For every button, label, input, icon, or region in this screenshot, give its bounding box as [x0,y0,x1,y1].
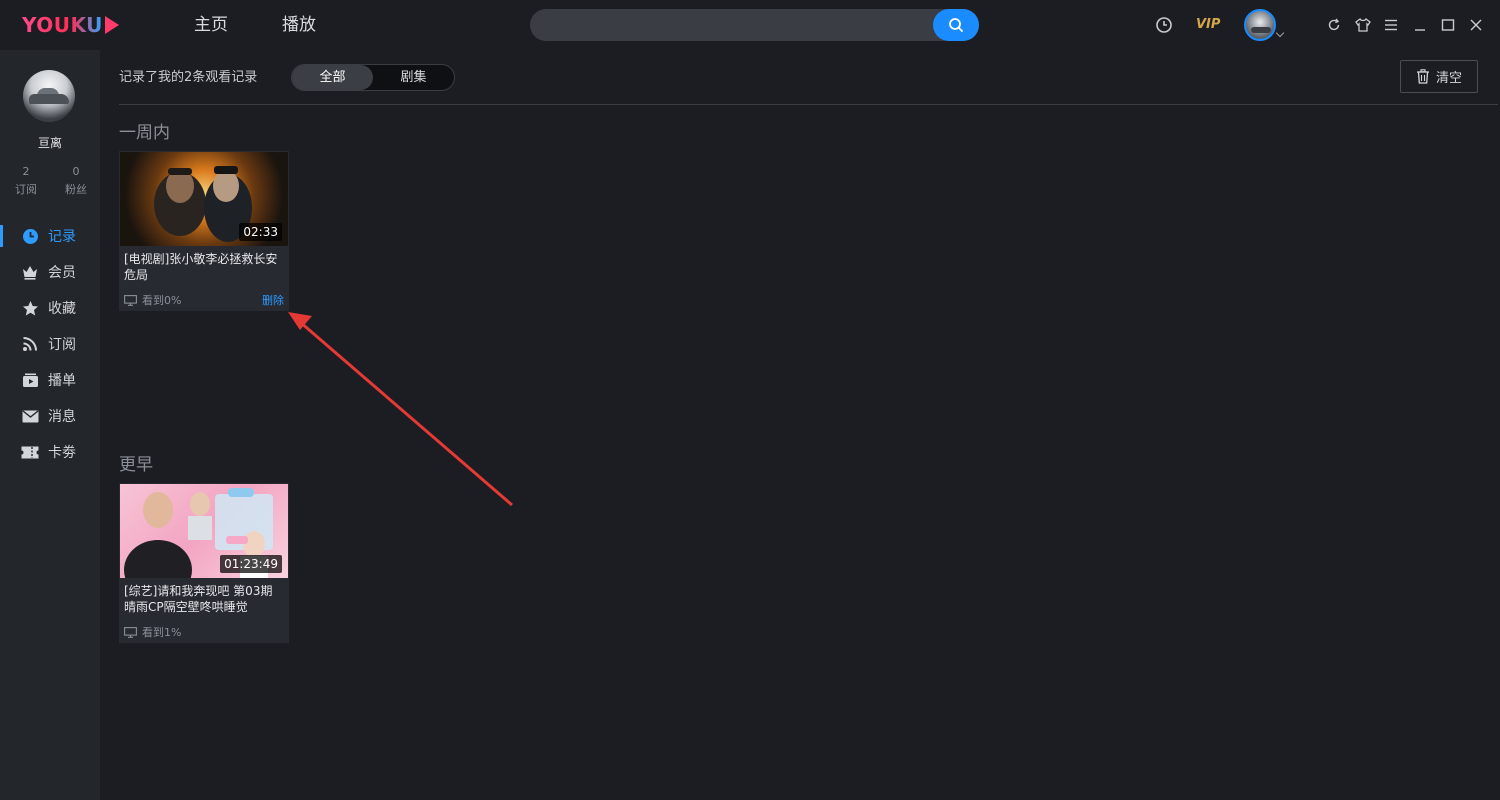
video-title[interactable]: [综艺]请和我奔现吧 第03期 晴雨CP隔空壁咚哄睡觉 [124,583,284,615]
sidebar: 亘离 2 订阅 0 粉丝 记录 会员 收藏 订阅 播单 消息 卡劵 [0,50,100,800]
history-summary: 记录了我的2条观看记录 [119,70,258,85]
clear-label: 清空 [1435,71,1462,86]
annotation-arrow [288,312,513,507]
sidebar-item-membership[interactable]: 会员 [0,257,100,287]
search-icon [949,18,963,32]
tab-all[interactable]: 全部 [292,65,373,90]
title-bar: YOUKU 主页 播放 VIP [0,0,1500,50]
sidebar-item-label: 收藏 [48,301,76,317]
minimize-icon[interactable] [1409,14,1431,36]
search-input[interactable] [530,9,979,41]
maximize-icon[interactable] [1437,14,1459,36]
clear-button[interactable]: 清空 [1400,60,1478,93]
tab-series[interactable]: 剧集 [373,65,454,90]
video-title[interactable]: [电视剧]张小敬李必拯救长安危局 [124,251,284,283]
sidebar-item-label: 会员 [48,265,76,281]
stat-subscriptions[interactable]: 2 订阅 [6,163,46,199]
stat-value: 2 [22,165,30,178]
video-thumbnail[interactable]: 01:23:49 [120,484,288,578]
clock-icon [21,227,39,245]
progress-text: 看到0% [142,294,182,307]
stat-value: 0 [72,165,80,178]
chevron-down-icon[interactable] [1275,28,1285,38]
history-icon[interactable] [1153,14,1175,36]
stat-label: 粉丝 [65,183,87,196]
video-card[interactable]: 01:23:49 [综艺]请和我奔现吧 第03期 晴雨CP隔空壁咚哄睡觉 看到1… [119,483,289,643]
rss-icon [21,335,39,353]
stat-label: 订阅 [15,183,37,196]
skin-icon[interactable] [1352,14,1374,36]
search-button[interactable] [933,9,979,41]
ticket-icon [21,443,39,461]
section-title-earlier: 更早 [119,455,153,475]
mail-icon [21,407,39,425]
sidebar-item-coupons[interactable]: 卡劵 [0,437,100,467]
divider [119,104,1498,105]
sidebar-item-label: 卡劵 [48,445,76,461]
sidebar-item-label: 播单 [48,373,76,389]
vip-link[interactable]: VIP [1196,14,1220,36]
video-duration: 02:33 [239,223,282,241]
monitor-icon [124,294,137,306]
nav-play[interactable]: 播放 [282,12,316,38]
logo-text: YOUKU [22,13,103,37]
video-thumbnail[interactable]: 02:33 [120,152,288,246]
progress-text: 看到1% [142,626,182,639]
trash-icon [1416,69,1429,84]
sidebar-item-messages[interactable]: 消息 [0,401,100,431]
sidebar-item-label: 消息 [48,409,76,425]
filter-tabs: 全部 剧集 [291,64,455,91]
youku-logo[interactable]: YOUKU [22,12,119,38]
video-duration: 01:23:49 [220,555,282,573]
watch-progress: 看到1% [124,624,181,640]
stat-fans[interactable]: 0 粉丝 [56,163,96,199]
nav-home[interactable]: 主页 [194,12,228,38]
playlist-icon [21,371,39,389]
user-avatar[interactable] [1244,9,1276,41]
logo-arrow-icon [104,16,119,34]
monitor-icon [124,626,137,638]
video-card[interactable]: 02:33 [电视剧]张小敬李必拯救长安危局 看到0% 删除 [119,151,289,311]
delete-button[interactable]: 删除 [262,292,284,308]
menu-icon[interactable] [1380,14,1402,36]
profile-avatar[interactable] [23,70,75,122]
refresh-icon[interactable] [1323,14,1345,36]
crown-icon [21,263,39,281]
sidebar-item-favorites[interactable]: 收藏 [0,293,100,323]
sidebar-item-playlists[interactable]: 播单 [0,365,100,395]
close-icon[interactable] [1465,14,1487,36]
section-title-week: 一周内 [119,123,170,143]
star-icon [21,299,39,317]
sidebar-item-label: 订阅 [48,337,76,353]
sidebar-item-label: 记录 [48,229,76,245]
watch-progress: 看到0% [124,292,181,308]
sidebar-item-subscriptions[interactable]: 订阅 [0,329,100,359]
sidebar-item-history[interactable]: 记录 [0,221,100,251]
username[interactable]: 亘离 [0,134,100,151]
